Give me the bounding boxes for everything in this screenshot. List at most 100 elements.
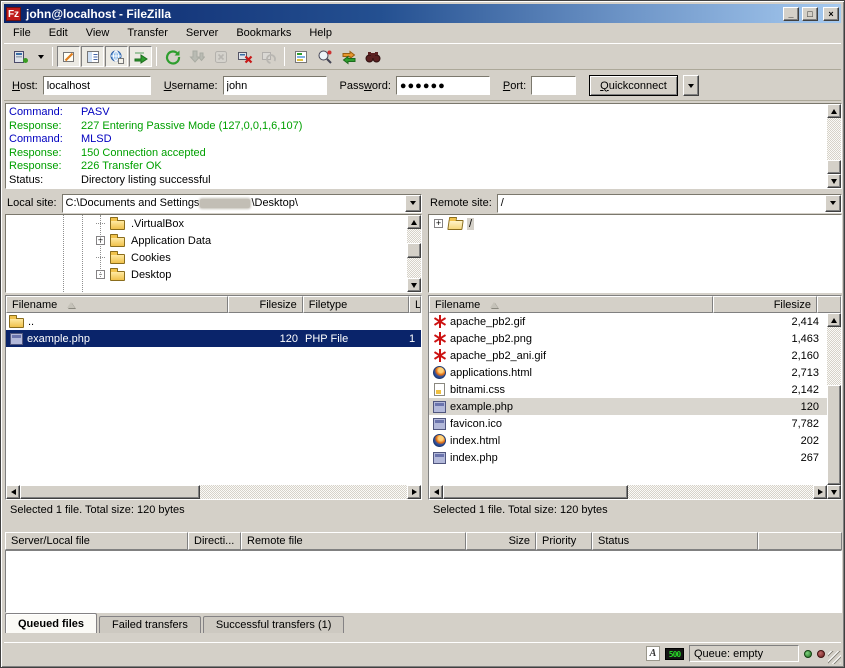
transfer-type-ascii-icon[interactable]: A <box>646 646 660 661</box>
close-button[interactable]: × <box>823 7 839 21</box>
local-file-list: Filename Filesize Filetype L .. example.… <box>5 295 422 500</box>
toolbar <box>4 43 841 70</box>
status-bar: A Queue: empty <box>4 642 841 664</box>
file-row[interactable]: index.html 202 <box>429 432 827 449</box>
expand-icon[interactable]: + <box>434 219 443 228</box>
column-header-filesize[interactable]: Filesize <box>228 296 302 313</box>
scroll-up-button[interactable] <box>827 313 841 327</box>
toggle-message-log-button[interactable] <box>57 46 80 67</box>
scrollbar-thumb[interactable] <box>20 485 200 499</box>
resize-grip[interactable] <box>828 651 841 664</box>
tree-item-root[interactable]: + / <box>429 215 841 232</box>
remote-site-dropdown-button[interactable] <box>825 195 841 212</box>
toggle-local-tree-button[interactable] <box>81 46 104 67</box>
queue-tab-bar: Queued files Failed transfers Successful… <box>5 613 344 633</box>
host-input[interactable] <box>43 76 151 95</box>
column-header-filename[interactable]: Filename <box>6 296 228 313</box>
tree-item-desktop[interactable]: - Desktop <box>6 266 407 283</box>
column-header-filetype[interactable]: Filetype <box>303 296 409 313</box>
column-header-size[interactable]: Size <box>466 532 536 550</box>
column-header-remote-file[interactable]: Remote file <box>241 532 466 550</box>
process-queue-button[interactable] <box>185 46 208 67</box>
file-row[interactable]: apache_pb2.gif 2,414 <box>429 313 827 330</box>
local-site-dropdown-button[interactable] <box>405 195 421 212</box>
tree-item-cookies[interactable]: Cookies <box>6 249 407 266</box>
tree-item-application-data[interactable]: + Application Data <box>6 232 407 249</box>
site-manager-dropdown-button[interactable] <box>33 46 48 67</box>
scroll-down-button[interactable] <box>827 485 841 499</box>
file-row[interactable]: index.php 267 <box>429 449 827 466</box>
file-row[interactable]: favicon.ico 7,782 <box>429 415 827 432</box>
scroll-right-button[interactable] <box>407 485 421 499</box>
remote-site-combobox[interactable]: / <box>497 194 842 213</box>
menu-server[interactable]: Server <box>177 24 227 42</box>
menu-edit[interactable]: Edit <box>40 24 77 42</box>
column-header-direction[interactable]: Directi... <box>188 532 241 550</box>
quickconnect-button[interactable]: Quickconnect <box>589 75 678 96</box>
scrollbar-thumb[interactable] <box>827 385 841 485</box>
column-header-status[interactable]: Status <box>592 532 758 550</box>
remote-pane-status: Selected 1 file. Total size: 120 bytes <box>428 501 842 519</box>
column-header-priority[interactable]: Priority <box>536 532 592 550</box>
quickconnect-dropdown-button[interactable] <box>683 75 699 96</box>
scroll-up-button[interactable] <box>827 104 841 118</box>
username-input[interactable] <box>223 76 327 95</box>
scrollbar-thumb[interactable] <box>407 243 421 258</box>
title-bar[interactable]: Fz john@localhost - FileZilla _ □ × <box>4 4 841 23</box>
tab-queued-files[interactable]: Queued files <box>5 613 97 633</box>
menu-bookmarks[interactable]: Bookmarks <box>227 24 300 42</box>
column-header-filename[interactable]: Filename <box>429 296 713 313</box>
scroll-down-button[interactable] <box>827 174 841 188</box>
scroll-left-button[interactable] <box>429 485 443 499</box>
file-row[interactable]: apache_pb2_ani.gif 2,160 <box>429 347 827 364</box>
menu-view[interactable]: View <box>77 24 119 42</box>
refresh-button[interactable] <box>161 46 184 67</box>
menu-transfer[interactable]: Transfer <box>118 24 177 42</box>
chevron-down-icon <box>38 55 44 62</box>
find-files-button[interactable] <box>361 46 384 67</box>
tree-item-virtualbox[interactable]: .VirtualBox <box>6 215 407 232</box>
menu-file[interactable]: File <box>4 24 40 42</box>
synchronized-browsing-button[interactable] <box>337 46 360 67</box>
file-row-example-php[interactable]: example.php 120 PHP File 1 <box>6 330 421 347</box>
remote-list-hscrollbar[interactable] <box>429 485 827 499</box>
tab-successful-transfers[interactable]: Successful transfers (1) <box>203 616 345 633</box>
scroll-down-button[interactable] <box>407 278 421 292</box>
toggle-transfer-queue-button[interactable] <box>129 46 152 67</box>
horizontal-splitter[interactable] <box>5 520 842 532</box>
file-row[interactable]: apache_pb2.png 1,463 <box>429 330 827 347</box>
file-row[interactable]: applications.html 2,713 <box>429 364 827 381</box>
queue-header: Server/Local file Directi... Remote file… <box>5 532 842 550</box>
scroll-up-button[interactable] <box>407 215 421 229</box>
column-header-filesize[interactable]: Filesize <box>713 296 817 313</box>
local-list-hscrollbar[interactable] <box>6 485 421 499</box>
cancel-operation-button[interactable] <box>209 46 232 67</box>
column-header-last-modified[interactable]: L <box>409 296 421 313</box>
filter-button[interactable] <box>289 46 312 67</box>
speed-limits-icon[interactable] <box>665 648 684 660</box>
column-header-server-local-file[interactable]: Server/Local file <box>5 532 188 550</box>
log-scrollbar[interactable] <box>827 104 841 188</box>
site-manager-button[interactable] <box>9 46 32 67</box>
port-input[interactable] <box>531 76 576 95</box>
file-row[interactable]: bitnami.css 2,142 <box>429 381 827 398</box>
directory-comparison-button[interactable] <box>313 46 336 67</box>
reconnect-button[interactable] <box>257 46 280 67</box>
scrollbar-thumb[interactable] <box>827 160 841 174</box>
file-row-example-php[interactable]: example.php 120 <box>429 398 827 415</box>
disconnect-button[interactable] <box>233 46 256 67</box>
file-row-parent-dir[interactable]: .. <box>6 313 421 330</box>
password-input[interactable] <box>396 76 490 95</box>
scroll-right-button[interactable] <box>813 485 827 499</box>
log-entry: Status:Directory listing successful <box>9 174 824 188</box>
local-site-combobox[interactable]: C:\Documents and Settings\Desktop\ <box>62 194 422 213</box>
menu-help[interactable]: Help <box>300 24 341 42</box>
maximize-button[interactable]: □ <box>802 7 818 21</box>
remote-list-vscrollbar[interactable] <box>827 313 841 499</box>
scrollbar-thumb[interactable] <box>443 485 628 499</box>
tab-failed-transfers[interactable]: Failed transfers <box>99 616 201 633</box>
scroll-left-button[interactable] <box>6 485 20 499</box>
minimize-button[interactable]: _ <box>783 7 799 21</box>
local-tree-scrollbar[interactable] <box>407 215 421 292</box>
toggle-remote-tree-button[interactable] <box>105 46 128 67</box>
